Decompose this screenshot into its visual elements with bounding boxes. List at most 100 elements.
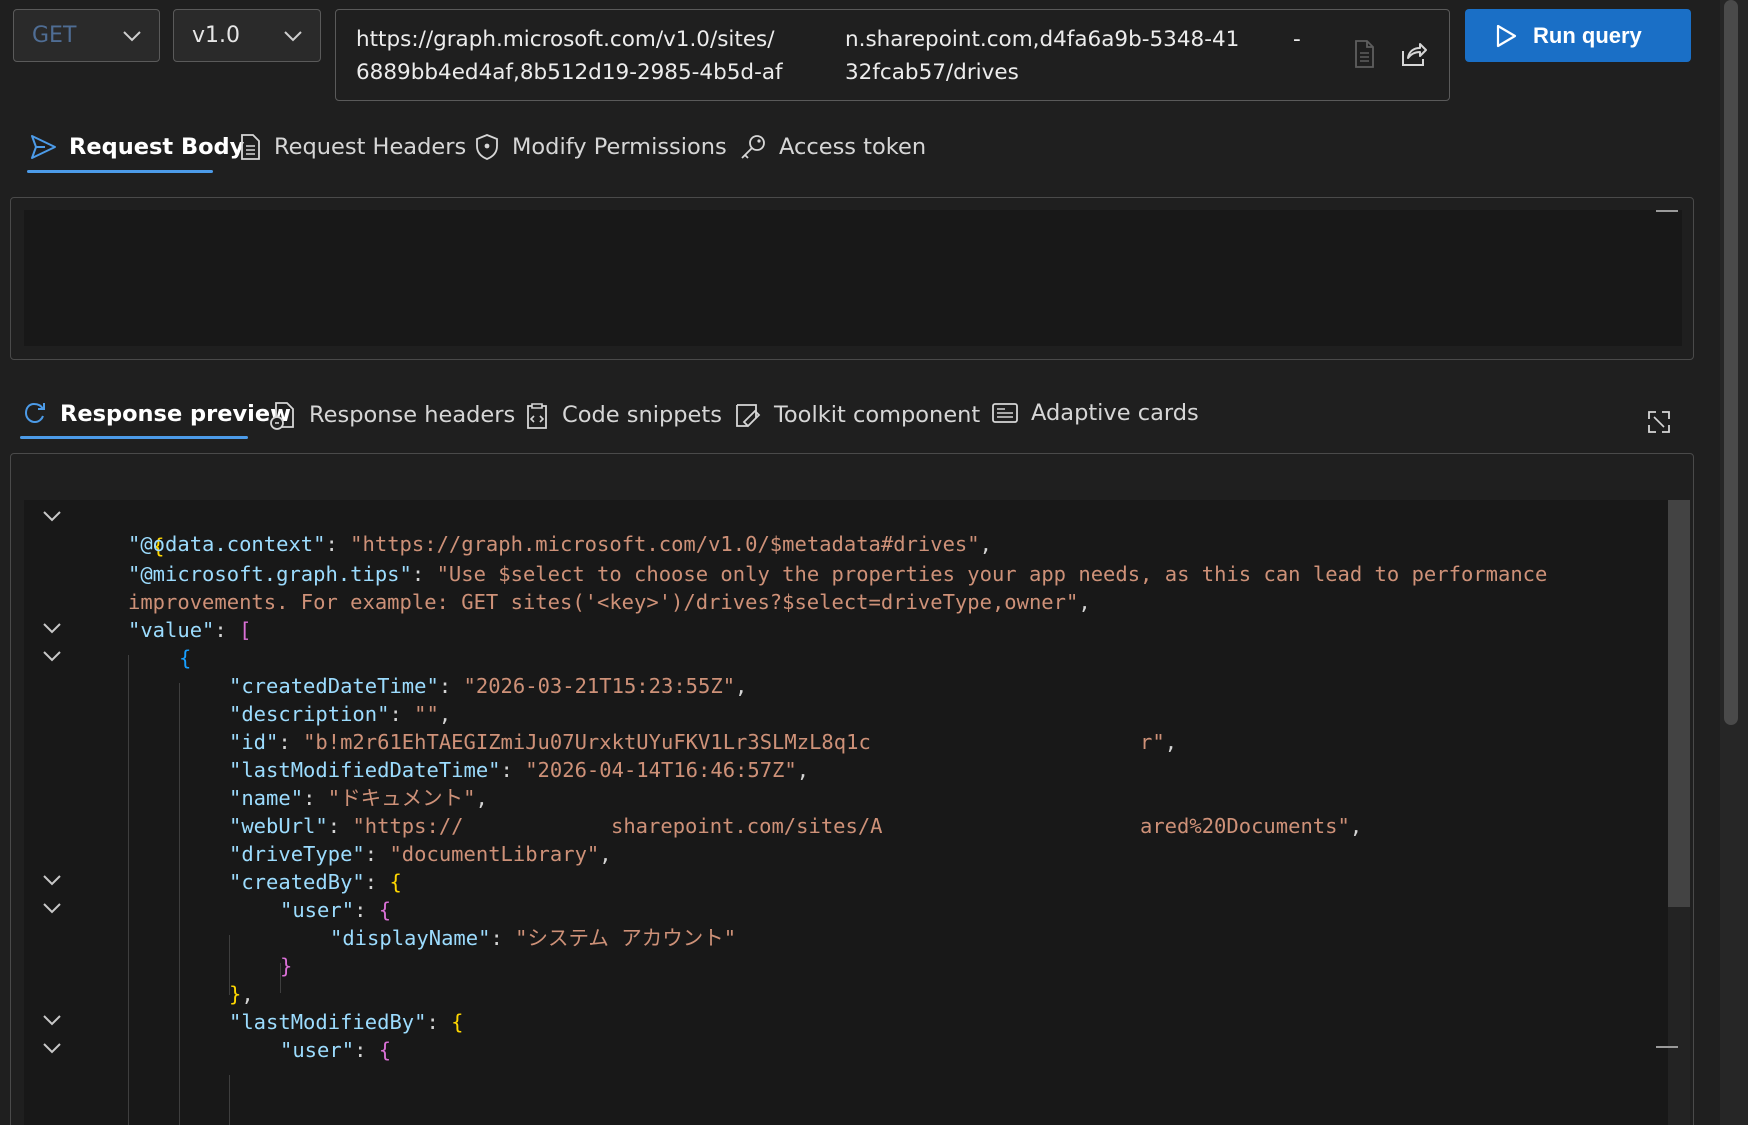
json-line: "driveType": "documentLibrary",: [229, 842, 612, 866]
json-line: {: [179, 646, 192, 670]
tab-label: Access token: [779, 134, 927, 160]
url-line-1: https://graph.microsoft.com/v1.0/sites/: [356, 27, 775, 52]
card-icon: [992, 403, 1018, 423]
json-value: "2026-03-21T15:23:55Z": [463, 674, 736, 698]
json-key: "lastModifiedBy": [229, 1010, 427, 1034]
fold-chevron-icon[interactable]: [39, 1007, 65, 1033]
api-version-value: v1.0: [192, 23, 241, 48]
json-value: r": [1140, 730, 1165, 754]
json-key: "user": [280, 898, 355, 922]
json-line: r",: [1140, 730, 1178, 754]
json-value: "2026-04-14T16:46:57Z": [525, 758, 797, 782]
json-line: improvements. For example: GET sites('<k…: [128, 590, 1091, 614]
json-value: "https://: [352, 814, 464, 838]
chevron-down-icon: [284, 31, 302, 42]
json-key: "description": [229, 702, 390, 726]
active-tab-indicator: [20, 436, 248, 439]
share-icon[interactable]: [1398, 38, 1428, 70]
json-key: "displayName": [330, 926, 491, 950]
expand-icon[interactable]: [1645, 408, 1673, 436]
json-line: "name": "ドキュメント",: [229, 786, 488, 810]
run-query-button[interactable]: Run query: [1465, 9, 1691, 62]
http-method-select[interactable]: GET: [13, 9, 160, 62]
json-value: sharepoint.com/sites/A: [611, 814, 883, 838]
tab-toolkit-component[interactable]: Toolkit component: [734, 400, 980, 430]
response-preview-panel: { "@odata.context": "https://graph.micro…: [10, 453, 1694, 1125]
json-line: "value": [: [128, 618, 252, 642]
json-line: {: [78, 501, 164, 558]
http-method-value: GET: [32, 23, 77, 48]
json-line: "webUrl": "https://: [229, 814, 464, 838]
document-icon: [270, 402, 294, 430]
json-value: "システム アカウント": [515, 926, 737, 950]
fold-chevron-icon[interactable]: [39, 895, 65, 921]
shield-icon: [476, 134, 498, 160]
url-segment: -: [1293, 27, 1301, 52]
response-json-viewer[interactable]: { "@odata.context": "https://graph.micro…: [24, 500, 1669, 1125]
tab-access-token[interactable]: Access token: [739, 133, 926, 161]
tab-label: Request Body: [69, 134, 245, 160]
request-body-editor[interactable]: [24, 210, 1682, 346]
tab-adaptive-cards[interactable]: Adaptive cards: [991, 400, 1199, 426]
json-line: "description": "",: [229, 702, 452, 726]
url-segment: 32fcab57/drives: [845, 60, 1019, 85]
tab-code-snippets[interactable]: Code snippets: [524, 400, 722, 430]
json-line: "lastModifiedDateTime": "2026-04-14T16:4…: [229, 758, 810, 782]
json-value: "Use $select to choose only the properti…: [436, 562, 1548, 586]
fold-chevron-icon[interactable]: [39, 503, 65, 529]
json-key: "createdDateTime": [229, 674, 439, 698]
json-line: }: [280, 954, 293, 978]
url-segment: https://graph.microsoft.com/v1.0/sites/: [356, 27, 775, 52]
json-line: "lastModifiedBy": {: [229, 1010, 464, 1034]
tab-label: Response preview: [60, 401, 291, 427]
json-line: "@microsoft.graph.tips": "Use $select to…: [128, 562, 1548, 586]
json-line: "createdDateTime": "2026-03-21T15:23:55Z…: [229, 674, 748, 698]
document-icon: [241, 134, 260, 160]
send-icon: [31, 135, 56, 159]
json-value: ared%20Documents": [1140, 814, 1350, 838]
refresh-icon: [24, 402, 45, 424]
api-version-select[interactable]: v1.0: [173, 9, 321, 62]
clipboard-code-icon: [527, 403, 547, 429]
json-value: "https://graph.microsoft.com/v1.0/$metad…: [350, 532, 980, 556]
tab-request-body[interactable]: Request Body: [29, 133, 244, 161]
query-url-input[interactable]: https://graph.microsoft.com/v1.0/sites/ …: [335, 9, 1450, 101]
json-key: "id": [229, 730, 279, 754]
tab-modify-permissions[interactable]: Modify Permissions: [474, 133, 727, 161]
json-line: "createdBy": {: [229, 870, 402, 894]
tab-label: Response headers: [309, 402, 516, 428]
fold-chevron-icon[interactable]: [39, 1035, 65, 1061]
indent-guide: [229, 1075, 230, 1125]
json-value: "documentLibrary": [389, 842, 600, 866]
json-key: "webUrl": [229, 814, 328, 838]
json-key: "@odata.context": [128, 532, 326, 556]
tab-response-preview[interactable]: Response preview: [22, 400, 291, 428]
run-query-label: Run query: [1533, 22, 1642, 48]
key-icon: [741, 135, 765, 159]
json-line: "user": {: [280, 1038, 392, 1062]
json-key: "name": [229, 786, 304, 810]
json-line: ared%20Documents",: [1140, 814, 1363, 838]
fold-chevron-icon[interactable]: [39, 615, 65, 641]
page-scrollbar-thumb[interactable]: [1724, 0, 1738, 725]
json-key: "value": [128, 618, 215, 642]
tab-label: Toolkit component: [774, 402, 981, 428]
tab-label: Adaptive cards: [1031, 400, 1199, 426]
document-icon[interactable]: [1349, 38, 1379, 70]
indent-guide: [128, 655, 129, 1125]
tab-label: Modify Permissions: [512, 134, 727, 160]
fold-chevron-icon[interactable]: [39, 643, 65, 669]
json-line: "@odata.context": "https://graph.microso…: [128, 532, 992, 556]
request-body-panel: [10, 197, 1694, 360]
fold-chevron-icon[interactable]: [39, 867, 65, 893]
tab-request-headers[interactable]: Request Headers: [238, 133, 466, 161]
overview-ruler-marker: [1656, 1046, 1678, 1048]
url-segment: n.sharepoint.com,d4fa6a9b-5348-41: [845, 27, 1240, 52]
json-line: sharepoint.com/sites/A: [611, 811, 883, 841]
json-line: },: [229, 982, 254, 1006]
json-line: "displayName": "システム アカウント": [330, 926, 737, 950]
json-scrollbar-thumb[interactable]: [1668, 500, 1690, 907]
play-icon: [1496, 24, 1517, 47]
tab-response-headers[interactable]: Response headers: [269, 400, 515, 430]
toolkit-icon: [736, 404, 761, 428]
